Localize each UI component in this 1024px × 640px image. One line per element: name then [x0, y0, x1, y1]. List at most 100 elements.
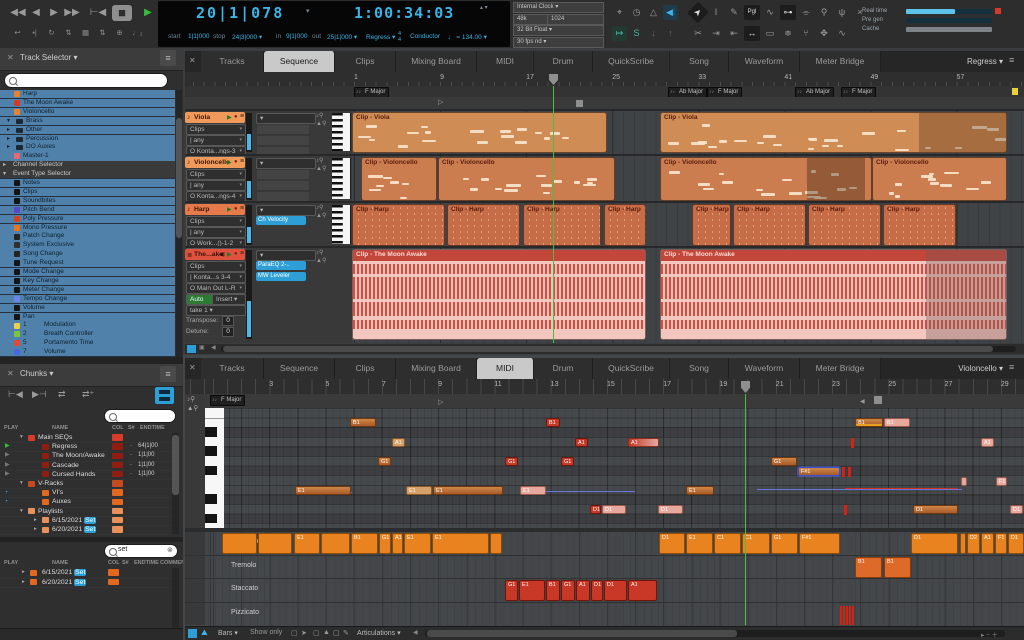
midi-tab-meter-bridge[interactable]: Meter Bridge	[800, 358, 881, 379]
track-record-icon[interactable]: ●	[234, 206, 238, 212]
note-zoom-icon[interactable]: ♪⚲	[316, 204, 323, 211]
track-play-icon[interactable]: ▶	[227, 159, 232, 166]
speaker-icon[interactable]: ◀⦙	[663, 5, 678, 20]
midi-note-tick-21[interactable]	[961, 477, 967, 486]
transpose-value[interactable]: 0	[222, 316, 234, 326]
clip-harp-5[interactable]: Clip - Harp	[733, 204, 806, 246]
marker-icon[interactable]: ⌖	[612, 5, 627, 20]
twirl-icon[interactable]: ▾	[3, 170, 6, 178]
clip-violoncello-3[interactable]: Clip - Violoncello	[872, 157, 1007, 201]
clip-viola-0[interactable]: Clip - Viola	[352, 112, 607, 153]
midi-note-tick-26[interactable]	[844, 505, 847, 515]
midi-ruler[interactable]	[185, 379, 1024, 395]
midi-note-tick-15[interactable]	[848, 467, 851, 477]
midi-note-E1-19[interactable]: E1	[520, 486, 546, 495]
color-chip[interactable]	[112, 516, 123, 524]
start-value[interactable]: 1|1|000	[188, 33, 209, 40]
chunk-name[interactable]: Regress ▾	[366, 33, 395, 41]
marker-triangle-icon[interactable]: ▷	[438, 98, 443, 106]
clip-violoncello-2[interactable]: Clip - Violoncello	[660, 157, 872, 201]
articulation-segment-G1[interactable]: G1	[505, 580, 518, 601]
rewind-button[interactable]: ◀◀	[8, 4, 28, 22]
midi-tab-song[interactable]: Song	[670, 358, 729, 379]
insert-effect-1[interactable]: MW Leveler	[256, 272, 306, 281]
grid-view-icon[interactable]	[188, 629, 197, 638]
midi-note-G1-12[interactable]: G1	[771, 457, 797, 466]
color-chip[interactable]	[112, 434, 123, 441]
checkbox-filter-icon[interactable]: ▢	[333, 629, 340, 637]
playlist-search-input[interactable]: set ⊗	[104, 544, 178, 558]
metronome-icon[interactable]: △	[646, 5, 661, 20]
midi-note-E1-18[interactable]: E1	[433, 486, 503, 495]
track-menu-icon[interactable]: ≡	[240, 158, 244, 165]
fast-forward-button[interactable]: ▶▶	[62, 4, 82, 22]
seq-tab-mixing-board[interactable]: Mixing Board	[396, 51, 477, 72]
midi-note-D1-24[interactable]: D1	[602, 505, 626, 514]
articulation-segment-C1[interactable]: C1	[714, 533, 741, 554]
track-name-bar-harp[interactable]: ♪ Harp ▶ ● ≡	[185, 204, 245, 215]
velocity-zoom-icon[interactable]: ▲⚲	[187, 404, 198, 412]
setting-box-1[interactable]: 48k	[513, 13, 548, 25]
seq-menu-icon[interactable]: ≡	[1009, 55, 1014, 65]
setting-box-3[interactable]: 32 Bit Float ▾	[513, 25, 604, 36]
clip-theake-0[interactable]: Clip - The Moon Awake	[352, 249, 646, 340]
insert-slot-top[interactable]: ▾	[256, 205, 316, 216]
move-tool[interactable]: ↔	[744, 26, 760, 41]
tempo-value[interactable]: ♩ = 134.00 ▾	[448, 33, 487, 41]
color-chip[interactable]	[112, 526, 123, 533]
add-button[interactable]: ⊕	[112, 27, 127, 39]
midi-menu-icon[interactable]: ≡	[1009, 362, 1014, 372]
stop-button[interactable]: ■	[112, 5, 132, 21]
black-key[interactable]	[205, 513, 217, 524]
clear-search-icon[interactable]: ⊗	[167, 546, 173, 554]
midi-note-E1-20[interactable]: E1	[686, 486, 714, 495]
pattern-tool[interactable]: Pgl	[744, 5, 760, 20]
note-zoom-icon[interactable]: ♪⚲	[316, 157, 323, 164]
playlist-search-value[interactable]: set	[118, 546, 127, 553]
twirl-icon[interactable]: ▸	[7, 135, 10, 143]
smpte-spinner[interactable]: ▴ ▾	[480, 5, 488, 12]
clip-viola-1[interactable]: Clip - Viola	[660, 112, 1007, 153]
trim-left-tool[interactable]: ⇥	[708, 26, 724, 41]
color-chip[interactable]	[108, 569, 119, 576]
track-row-1[interactable]: | any ▾	[186, 180, 246, 191]
seq-tab-tracks[interactable]: Tracks	[201, 51, 264, 72]
seq-tab-sequence[interactable]: Sequence	[264, 51, 335, 72]
seq-tab-drum[interactable]: Drum	[534, 51, 593, 72]
pizzicato-tick[interactable]	[852, 605, 854, 625]
midi-h-scroll-thumb[interactable]	[427, 630, 737, 637]
color-chip[interactable]	[112, 489, 123, 496]
twirl-icon[interactable]: ▸	[34, 516, 37, 525]
midi-marker-triangle-icon[interactable]: ▷	[438, 398, 443, 406]
close-editor-icon[interactable]: ✕	[189, 56, 196, 65]
midi-note-tick-14[interactable]	[842, 467, 845, 477]
pizzicato-tick[interactable]	[843, 605, 845, 625]
panel-splitter-2[interactable]	[0, 537, 183, 542]
velocity-zoom-icon[interactable]: ▲⚲	[316, 120, 326, 127]
midi-marker-arrow-icon[interactable]: ◀	[860, 398, 865, 405]
track-record-icon[interactable]: ●	[234, 159, 238, 165]
articulation-segment-E1[interactable]: E1	[294, 533, 320, 554]
midi-note-F#1-13[interactable]: F#1	[798, 467, 840, 476]
articulation-segment-A1[interactable]: A1	[576, 580, 590, 601]
black-key[interactable]	[205, 494, 217, 504]
clip-violoncello-1[interactable]: Clip - Violoncello	[438, 157, 615, 201]
track-selector-title[interactable]: Track Selector ▾	[20, 53, 78, 62]
out-label[interactable]: out	[312, 33, 321, 40]
snapshot-icon[interactable]: ▣	[199, 344, 205, 351]
articulation-segment-B1[interactable]: B1	[884, 556, 911, 578]
articulation-segment-E1[interactable]: E1	[686, 533, 713, 554]
midi-tab-clips[interactable]: Clips	[335, 358, 396, 379]
rectangle-tool[interactable]: ▭	[762, 26, 778, 41]
midi-note-A1-7[interactable]: A1	[981, 438, 994, 447]
checkbox-filter-icon[interactable]: ▢	[291, 629, 298, 637]
seq-ruler[interactable]	[185, 72, 1024, 87]
play-button[interactable]: ▶	[138, 4, 158, 22]
ibeam-tool[interactable]: I	[708, 5, 724, 20]
insert-slot-top[interactable]: ▾	[256, 250, 316, 261]
midi-chunk-selector[interactable]: Violoncello ▾	[957, 364, 1003, 373]
track-menu-icon[interactable]: ≡	[240, 205, 244, 212]
insert-slot-top[interactable]: ▾	[256, 113, 316, 124]
midi-keysig-marker[interactable]: F Major	[210, 395, 246, 406]
auto-return-icon[interactable]: ↦	[612, 26, 627, 41]
